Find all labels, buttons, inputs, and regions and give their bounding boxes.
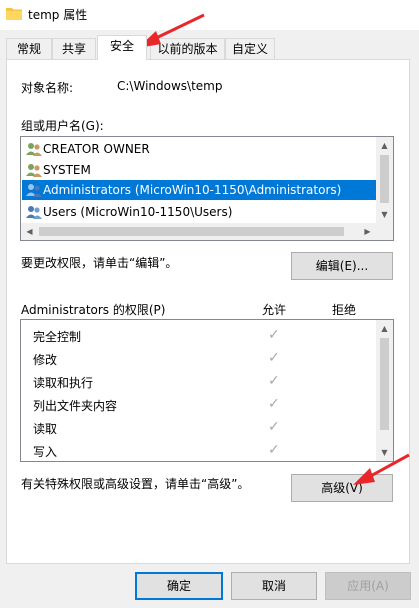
user-group-icon — [26, 184, 42, 197]
tab-sharing[interactable]: 共享 — [52, 38, 96, 59]
list-item[interactable]: SYSTEM — [22, 160, 376, 180]
permission-name: 读取和执行 — [33, 376, 94, 390]
scroll-right-icon[interactable]: ▶ — [359, 223, 376, 240]
groups-horizontal-scrollbar[interactable]: ◀ ▶ — [21, 223, 376, 240]
scroll-thumb[interactable] — [39, 227, 344, 236]
list-item[interactable]: Administrators (MicroWin10-1150\Administ… — [22, 180, 376, 200]
permission-name: 完全控制 — [33, 330, 82, 344]
folder-icon — [6, 8, 22, 20]
groups-label: 组或用户名(G): — [21, 119, 104, 133]
scroll-up-icon[interactable]: ▲ — [376, 137, 393, 154]
tab-sharing-label: 共享 — [61, 42, 86, 56]
table-row: 读取和执行 ✓ — [21, 370, 393, 393]
cancel-button[interactable]: 取消 — [231, 572, 317, 600]
table-row: 完全控制 ✓ — [21, 324, 393, 347]
checkmark-icon: ✓ — [268, 396, 280, 412]
scroll-thumb[interactable] — [380, 338, 389, 430]
group-name: CREATOR OWNER — [43, 142, 150, 156]
groups-vertical-scrollbar[interactable]: ▲ ▼ — [376, 137, 393, 223]
scroll-left-icon[interactable]: ◀ — [21, 223, 38, 240]
apply-button[interactable]: 应用(A) — [325, 572, 411, 600]
list-item[interactable]: CREATOR OWNER — [22, 139, 376, 159]
tab-general-label: 常规 — [16, 42, 41, 56]
groups-listbox[interactable]: CREATOR OWNER SYSTEM Administrators (Mic… — [20, 136, 394, 241]
tab-general[interactable]: 常规 — [6, 38, 52, 59]
group-name: Users (MicroWin10-1150\Users) — [43, 205, 233, 219]
allow-column-header: 允许 — [262, 303, 287, 317]
user-group-icon — [26, 206, 42, 219]
table-row: 列出文件夹内容 ✓ — [21, 393, 393, 416]
checkmark-icon: ✓ — [268, 373, 280, 389]
user-group-icon — [26, 143, 42, 156]
checkmark-icon: ✓ — [268, 350, 280, 366]
table-row: 读取 ✓ — [21, 416, 393, 439]
tab-security[interactable]: 安全 — [97, 35, 147, 60]
scroll-up-icon[interactable]: ▲ — [376, 320, 393, 337]
tab-customize-label: 自定义 — [231, 42, 268, 56]
scroll-down-icon[interactable]: ▼ — [376, 206, 393, 223]
ok-button[interactable]: 确定 — [135, 572, 223, 600]
scrollbar-corner — [376, 223, 393, 240]
permissions-list: 完全控制 ✓ 修改 ✓ 读取和执行 ✓ 列出文件夹内容 ✓ 读取 ✓ 写入 ✓ … — [20, 319, 394, 462]
object-name-value: C:\Windows\temp — [117, 79, 223, 93]
red-arrow-icon — [353, 453, 410, 485]
scroll-thumb[interactable] — [380, 155, 389, 203]
tab-security-label: 安全 — [109, 39, 134, 53]
table-row: 修改 ✓ — [21, 347, 393, 370]
edit-button[interactable]: 编辑(E)... — [291, 252, 393, 280]
permissions-label: Administrators 的权限(P) — [21, 303, 166, 317]
permission-name: 读取 — [33, 422, 58, 436]
edit-hint: 要更改权限，请单击“编辑”。 — [21, 256, 178, 270]
list-item[interactable]: Users (MicroWin10-1150\Users) — [22, 202, 376, 222]
user-group-icon — [26, 164, 42, 177]
group-name: SYSTEM — [43, 163, 91, 177]
tab-customize[interactable]: 自定义 — [225, 38, 275, 59]
permission-name: 写入 — [33, 445, 58, 459]
checkmark-icon: ✓ — [268, 327, 280, 343]
table-row: 写入 ✓ — [21, 439, 393, 461]
checkmark-icon: ✓ — [268, 442, 280, 458]
object-name-label: 对象名称: — [21, 81, 74, 95]
advanced-hint: 有关特殊权限或高级设置，请单击“高级”。 — [21, 477, 250, 491]
group-name: Administrators (MicroWin10-1150\Administ… — [43, 183, 342, 197]
permissions-vertical-scrollbar[interactable]: ▲ ▼ — [376, 320, 393, 461]
deny-column-header: 拒绝 — [332, 303, 357, 317]
checkmark-icon: ✓ — [268, 419, 280, 435]
permission-name: 修改 — [33, 353, 58, 367]
window-title: temp 属性 — [28, 8, 88, 22]
permission-name: 列出文件夹内容 — [33, 399, 118, 413]
